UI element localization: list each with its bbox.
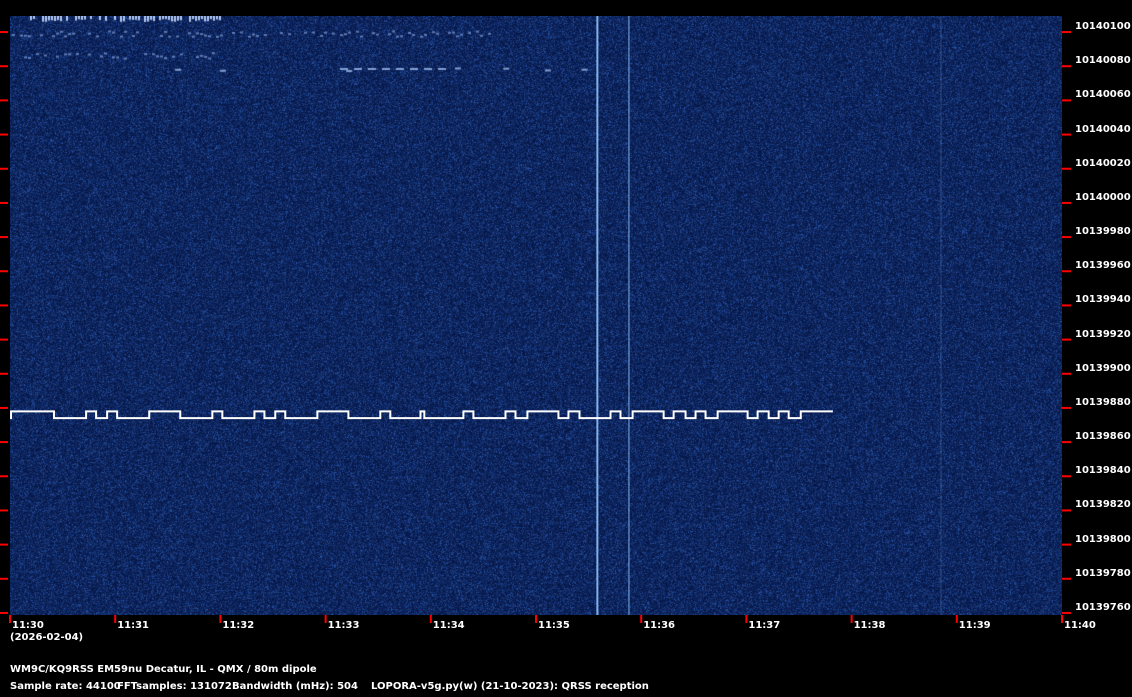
y-tick-label: 10139980 <box>1075 226 1131 238</box>
y-tick-left <box>0 133 8 136</box>
y-tick-left <box>0 99 8 102</box>
y-tick-label: 10140100 <box>1075 21 1131 33</box>
x-tick-label: 11:38 <box>853 620 886 631</box>
y-tick-left <box>0 236 8 239</box>
y-tick-left <box>0 304 8 307</box>
y-tick-label: 10139820 <box>1075 499 1131 511</box>
chart-overlay <box>0 16 1071 623</box>
y-tick-label: 10139920 <box>1075 328 1131 340</box>
y-tick-left <box>0 31 8 34</box>
x-tick-label: 11:34 <box>432 620 465 631</box>
x-tick-label: 11:39 <box>958 620 991 631</box>
y-tick-left <box>0 611 8 614</box>
y-tick-label: 10139960 <box>1075 260 1131 272</box>
x-tick <box>640 615 643 623</box>
y-tick-label: 10139940 <box>1075 294 1131 306</box>
y-tick-right <box>1062 577 1071 580</box>
bandwidth: Bandwidth (mHz): 504 <box>232 681 358 692</box>
y-tick-right <box>1062 475 1071 478</box>
x-tick <box>955 615 958 623</box>
x-tick-label: 11:31 <box>117 620 150 631</box>
y-tick-left <box>0 201 8 204</box>
y-tick-left <box>0 406 8 409</box>
y-tick-left <box>0 509 8 512</box>
signal-trace <box>10 410 833 420</box>
x-tick-label: 11:37 <box>748 620 781 631</box>
y-tick-right <box>1062 543 1071 546</box>
y-tick-right <box>1062 31 1071 34</box>
y-tick-label: 10139880 <box>1075 396 1131 408</box>
x-tick-label: 11:30 <box>12 620 44 631</box>
x-tick-label: 11:36 <box>643 620 676 631</box>
y-tick-right <box>1062 99 1071 102</box>
sample-rate: Sample rate: 44100 <box>10 681 121 692</box>
x-tick <box>429 615 432 623</box>
y-tick-left <box>0 167 8 170</box>
y-tick-right <box>1062 441 1071 444</box>
x-tick <box>850 615 853 623</box>
y-tick-right <box>1062 201 1071 204</box>
y-tick-label: 10139860 <box>1075 431 1131 443</box>
y-tick-left <box>0 65 8 68</box>
y-tick-right <box>1062 270 1071 273</box>
software-info: LOPORA-v5g.py(w) (21-10-2023): QRSS rece… <box>371 681 649 692</box>
x-tick <box>324 615 327 623</box>
x-tick-label: 11:35 <box>538 620 570 631</box>
y-tick-right <box>1062 509 1071 512</box>
y-tick-right <box>1062 611 1071 614</box>
x-tick-label: 11:32 <box>222 620 255 631</box>
y-tick-right <box>1062 133 1071 136</box>
x-tick <box>745 615 748 623</box>
y-tick-label: 10139840 <box>1075 465 1131 477</box>
y-tick-label: 10140080 <box>1075 55 1131 67</box>
y-tick-right <box>1062 65 1071 68</box>
station-info: WM9C/KQ9RSS EM59nu Decatur, IL - QMX / 8… <box>10 664 317 675</box>
x-tick <box>114 615 117 623</box>
y-tick-right <box>1062 167 1071 170</box>
x-tick <box>219 615 222 623</box>
y-tick-right <box>1062 236 1071 239</box>
y-tick-label: 10140000 <box>1075 191 1131 203</box>
y-tick-left <box>0 372 8 375</box>
y-tick-label: 10139900 <box>1075 362 1131 374</box>
y-tick-left <box>0 577 8 580</box>
x-tick-label: 11:33 <box>327 620 360 631</box>
x-tick <box>9 615 11 623</box>
x-tick <box>1061 615 1063 623</box>
y-tick-left <box>0 270 8 273</box>
y-tick-label: 10139760 <box>1075 601 1131 613</box>
y-tick-label: 10140020 <box>1075 157 1131 169</box>
y-tick-left <box>0 543 8 546</box>
y-tick-right <box>1062 304 1071 307</box>
y-tick-label: 10140060 <box>1075 89 1131 101</box>
fft-samples: FFTsamples: 131072 <box>117 681 232 692</box>
y-tick-right <box>1062 372 1071 375</box>
y-tick-right <box>1062 338 1071 341</box>
y-tick-label: 10140040 <box>1075 123 1131 135</box>
y-tick-right <box>1062 406 1071 409</box>
y-tick-left <box>0 338 8 341</box>
y-tick-left <box>0 441 8 444</box>
y-tick-label: 10139800 <box>1075 533 1131 545</box>
y-tick-label: 10139780 <box>1075 567 1131 579</box>
x-tick <box>535 615 537 623</box>
x-tick-label: 11:40 <box>1064 620 1096 631</box>
y-tick-left <box>0 475 8 478</box>
date-label: (2026-02-04) <box>10 632 84 643</box>
